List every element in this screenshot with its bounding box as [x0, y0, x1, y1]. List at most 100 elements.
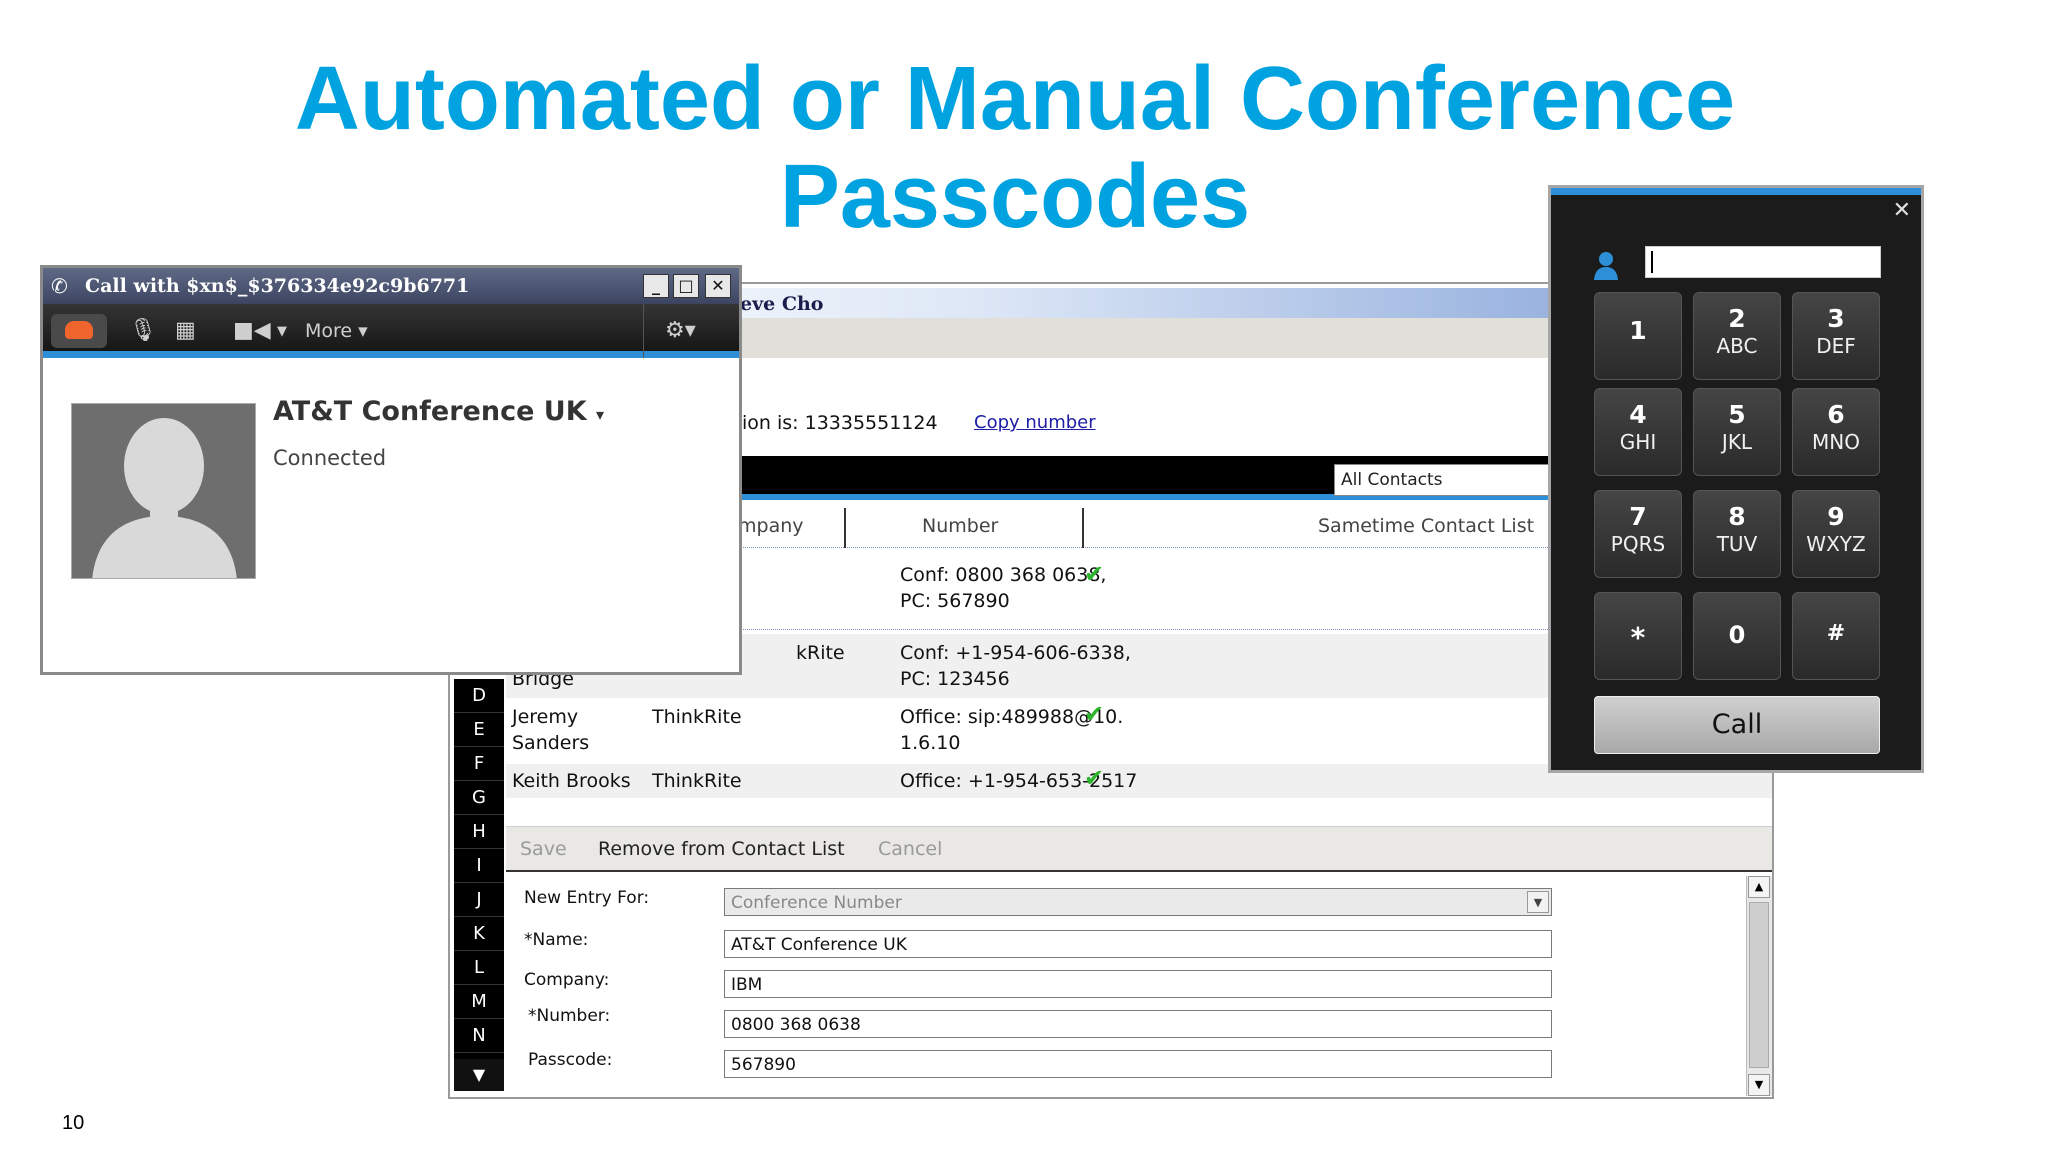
dialpad-key-8[interactable]: 8 TUV — [1693, 490, 1781, 578]
key-digit: 4 — [1629, 400, 1647, 429]
new-entry-select[interactable]: Conference Number ▼ — [724, 888, 1552, 916]
key-digit: 2 — [1728, 304, 1746, 333]
dialpad-key-2[interactable]: 2 ABC — [1693, 292, 1781, 380]
key-letters: JKL — [1721, 430, 1753, 454]
contact-entry-form: New Entry For: Conference Number ▼ *Name… — [506, 874, 1772, 1097]
dialpad-key-5[interactable]: 5 JKL — [1693, 388, 1781, 476]
online-check-icon: ✔ — [1084, 764, 1105, 792]
key-letters: DEF — [1816, 334, 1856, 358]
alpha-letter[interactable]: F — [454, 747, 504, 781]
call-status: Connected — [273, 446, 387, 470]
contact-window-title: eve Cho — [740, 293, 824, 315]
passcode-field[interactable]: 567890 — [724, 1050, 1552, 1078]
dialpad-key-4[interactable]: 4 GHI — [1594, 388, 1682, 476]
alpha-letter[interactable]: G — [454, 781, 504, 815]
dialpad-number-input[interactable] — [1645, 246, 1881, 278]
name-label: *Name: — [524, 930, 589, 950]
scrollbar-thumb[interactable] — [1749, 902, 1769, 1068]
form-scrollbar[interactable]: ▲ ▼ — [1746, 876, 1772, 1096]
key-digit: 5 — [1728, 400, 1746, 429]
call-window-title: Call with $xn$_$376334e92c9b6771 — [85, 275, 470, 297]
dialpad-key-1[interactable]: 1 — [1594, 292, 1682, 380]
slide-title-line1: Automated or Manual Conference — [294, 49, 1736, 149]
dialpad-key-3[interactable]: 3 DEF — [1792, 292, 1880, 380]
close-icon[interactable]: ✕ — [705, 274, 731, 298]
row-name: Keith Brooks — [512, 770, 631, 792]
header-number[interactable]: Number — [922, 515, 998, 537]
microphone-icon[interactable]: 🎙 — [129, 318, 157, 343]
name-field[interactable]: AT&T Conference UK — [724, 930, 1552, 958]
dialpad-key-7[interactable]: 7 PQRS — [1594, 490, 1682, 578]
remove-from-contact-list-button[interactable]: Remove from Contact List — [598, 838, 845, 860]
passcode-label: Passcode: — [528, 1050, 613, 1070]
key-digit: 9 — [1827, 502, 1845, 531]
call-button[interactable]: Call — [1594, 696, 1880, 754]
header-company[interactable]: mpany — [738, 515, 804, 537]
dialpad-icon[interactable]: ▦ — [175, 318, 196, 343]
alpha-letter[interactable]: K — [454, 917, 504, 951]
scroll-down-icon[interactable]: ▼ — [1748, 1074, 1770, 1096]
person-icon[interactable] — [1593, 250, 1619, 280]
key-digit: 7 — [1629, 502, 1647, 531]
dialpad-key-star[interactable]: * — [1594, 592, 1682, 680]
more-menu-button[interactable]: More ▾ — [305, 320, 368, 342]
new-entry-label: New Entry For: — [524, 888, 650, 908]
alpha-letter[interactable]: M — [454, 985, 504, 1019]
dialpad-key-9[interactable]: 9 WXYZ — [1792, 490, 1880, 578]
header-sametime[interactable]: Sametime Contact List — [1318, 515, 1534, 537]
alpha-letter[interactable]: H — [454, 815, 504, 849]
dialpad-key-hash[interactable]: # — [1792, 592, 1880, 680]
alpha-letter[interactable]: L — [454, 951, 504, 985]
dialpad-key-0[interactable]: 0 — [1693, 592, 1781, 680]
alpha-letter[interactable]: D — [454, 679, 504, 713]
key-digit: 1 — [1629, 316, 1647, 345]
alpha-letter[interactable]: E — [454, 713, 504, 747]
contact-action-bar: Save Remove from Contact List Cancel — [506, 826, 1772, 872]
maximize-icon[interactable]: □ — [673, 274, 699, 298]
number-field[interactable]: 0800 368 0638 — [724, 1010, 1552, 1038]
header-separator[interactable] — [1082, 508, 1084, 548]
alpha-letter[interactable]: J — [454, 883, 504, 917]
key-digit: * — [1630, 621, 1646, 654]
company-field[interactable]: IBM — [724, 970, 1552, 998]
dialpad-window: ✕ 1 2 ABC 3 DEF 4 GHI 5 JKL 6 MNO 7 PQRS 8 TUV … — [1548, 185, 1924, 773]
key-letters: WXYZ — [1806, 532, 1866, 556]
hangup-button[interactable] — [51, 314, 107, 348]
slide: Automated or Manual Conference Passcodes… — [0, 0, 2048, 1153]
row-number-line1: Conf: 0800 368 0638, — [900, 564, 1107, 586]
company-label: Company: — [524, 970, 610, 990]
chevron-down-icon[interactable]: ▼ — [1527, 891, 1549, 913]
row-number-line2: PC: 567890 — [900, 590, 1010, 612]
alpha-scroll-down-icon[interactable]: ▼ — [454, 1059, 504, 1091]
row-company: ThinkRite — [652, 706, 742, 728]
number-label: *Number: — [528, 1006, 611, 1026]
alpha-letter[interactable]: I — [454, 849, 504, 883]
hangup-icon — [65, 321, 93, 339]
minimize-icon[interactable]: _ — [643, 274, 669, 298]
alpha-letter[interactable]: N — [454, 1019, 504, 1053]
save-button[interactable]: Save — [520, 838, 567, 860]
cancel-button[interactable]: Cancel — [878, 838, 942, 860]
avatar — [71, 403, 256, 579]
header-separator[interactable] — [844, 508, 846, 548]
call-window-titlebar[interactable]: ✆ Call with $xn$_$376334e92c9b6771 _ □ ✕ — [43, 268, 739, 304]
gear-icon[interactable]: ⚙▾ — [665, 318, 696, 343]
row-company: kRite — [796, 642, 845, 664]
copy-number-link[interactable]: Copy number — [974, 412, 1096, 433]
key-letters: ABC — [1716, 334, 1758, 358]
call-window: ✆ Call with $xn$_$376334e92c9b6771 _ □ ✕… — [40, 265, 742, 675]
text-caret — [1651, 251, 1653, 273]
video-camera-icon[interactable]: ■◀ — [233, 318, 271, 343]
chevron-down-icon[interactable]: ▾ — [596, 405, 604, 424]
chevron-down-icon[interactable]: ▼ — [277, 324, 287, 339]
dialpad-accent-bar — [1551, 188, 1921, 195]
alphabet-index: D E F G H I J K L M N ▼ — [454, 679, 504, 1091]
row-name-line2: Sanders — [512, 732, 590, 754]
scroll-up-icon[interactable]: ▲ — [1748, 876, 1770, 898]
call-contact-name[interactable]: AT&T Conference UK ▾ — [273, 396, 604, 427]
key-digit: 3 — [1827, 304, 1845, 333]
row-number-line1: Conf: +1-954-606-6338, — [900, 642, 1131, 664]
online-check-icon: ✔ — [1084, 560, 1105, 588]
close-icon[interactable]: ✕ — [1893, 198, 1911, 223]
dialpad-key-6[interactable]: 6 MNO — [1792, 388, 1880, 476]
